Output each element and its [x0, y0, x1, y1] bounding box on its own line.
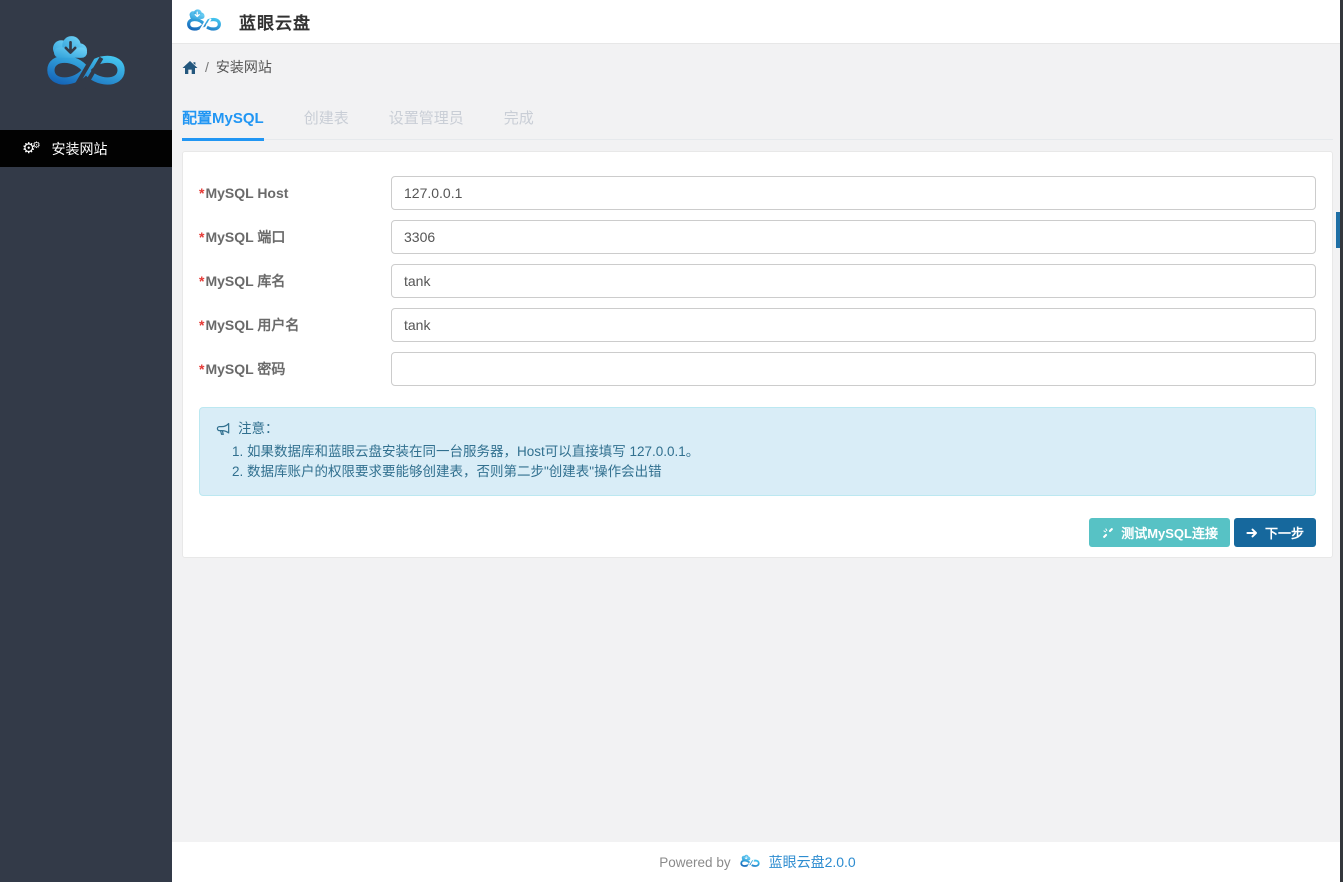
mysql-password-label: *MySQL 密码: [199, 359, 391, 379]
form-row-password: *MySQL 密码: [199, 352, 1316, 386]
test-mysql-connection-button[interactable]: 测试MySQL连接: [1089, 518, 1230, 547]
mysql-config-card: *MySQL Host *MySQL 端口 *MySQL 库名 *MySQL 用…: [182, 151, 1333, 558]
bullhorn-icon: [216, 422, 231, 436]
breadcrumb-separator: /: [205, 59, 209, 75]
app-title: 蓝眼云盘: [239, 9, 311, 34]
footer: Powered by 蓝眼云盘2.0.0: [172, 842, 1343, 882]
mysql-host-label: *MySQL Host: [199, 185, 391, 201]
mysql-username-input[interactable]: [391, 308, 1316, 342]
cogs-icon: ⚙⚙: [22, 141, 41, 156]
breadcrumb: / 安装网站: [182, 57, 1333, 77]
tab-configure-mysql[interactable]: 配置MySQL: [182, 98, 264, 141]
notice-title: 注意：: [238, 420, 279, 438]
form-row-database: *MySQL 库名: [199, 264, 1316, 298]
mysql-port-label: *MySQL 端口: [199, 227, 391, 247]
tab-bar: 配置MySQL 创建表 设置管理员 完成: [182, 98, 1333, 140]
notice-item: 如果数据库和蓝眼云盘安装在同一台服务器，Host可以直接填写 127.0.0.1…: [247, 443, 1299, 461]
actions-bar: 测试MySQL连接 下一步: [199, 518, 1316, 547]
mysql-port-input[interactable]: [391, 220, 1316, 254]
form-row-port: *MySQL 端口: [199, 220, 1316, 254]
powered-by-text: Powered by: [659, 855, 730, 870]
notice-list: 如果数据库和蓝眼云盘安装在同一台服务器，Host可以直接填写 127.0.0.1…: [216, 443, 1299, 481]
form-row-username: *MySQL 用户名: [199, 308, 1316, 342]
app-window: ⚙⚙ 安装网站 蓝眼云盘 / 安装网站 配置MySQL 创建表 设置管理员 完成: [0, 0, 1343, 882]
sidebar: ⚙⚙ 安装网站: [0, 0, 172, 882]
product-version-link[interactable]: 蓝眼云盘2.0.0: [769, 852, 856, 872]
tab-create-tables[interactable]: 创建表: [304, 98, 349, 141]
mysql-username-label: *MySQL 用户名: [199, 315, 391, 335]
sidebar-item-install-site[interactable]: ⚙⚙ 安装网站: [0, 130, 172, 167]
next-step-button[interactable]: 下一步: [1234, 518, 1316, 547]
notice-title-row: 注意：: [216, 420, 1299, 438]
mysql-database-label: *MySQL 库名: [199, 271, 391, 291]
tab-finish[interactable]: 完成: [504, 98, 534, 141]
app-logo: [0, 0, 172, 130]
main-area: 蓝眼云盘 / 安装网站 配置MySQL 创建表 设置管理员 完成 *MySQL …: [172, 0, 1343, 882]
infinity-cloud-logo: [181, 8, 227, 36]
content: / 安装网站 配置MySQL 创建表 设置管理员 完成 *MySQL Host …: [172, 44, 1343, 842]
breadcrumb-current: 安装网站: [216, 57, 272, 77]
broken-link-icon: [1101, 526, 1115, 540]
form-row-host: *MySQL Host: [199, 176, 1316, 210]
mysql-password-input[interactable]: [391, 352, 1316, 386]
infinity-cloud-logo: [737, 854, 763, 870]
header: 蓝眼云盘: [172, 0, 1343, 44]
sidebar-item-label: 安装网站: [52, 139, 108, 159]
notice-item: 数据库账户的权限要求要能够创建表，否则第二步"创建表"操作会出错: [247, 463, 1299, 481]
mysql-host-input[interactable]: [391, 176, 1316, 210]
mysql-database-input[interactable]: [391, 264, 1316, 298]
infinity-cloud-logo: [34, 33, 138, 97]
scrollbar-thumb[interactable]: [1336, 212, 1340, 248]
arrow-right-icon: [1246, 527, 1259, 539]
home-icon[interactable]: [182, 60, 198, 75]
notice-alert: 注意： 如果数据库和蓝眼云盘安装在同一台服务器，Host可以直接填写 127.0…: [199, 407, 1316, 496]
tab-set-admin[interactable]: 设置管理员: [389, 98, 464, 141]
